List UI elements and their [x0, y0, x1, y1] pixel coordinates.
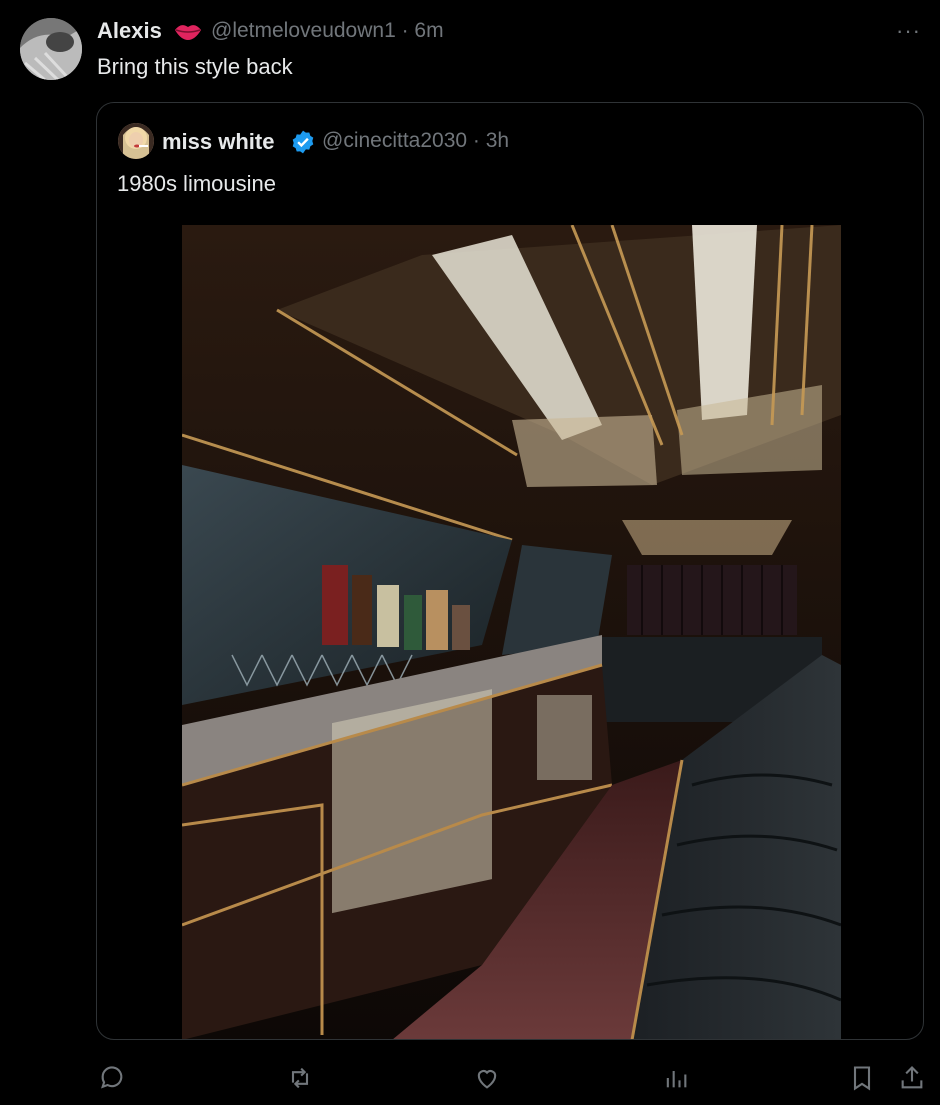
quoted-author-avatar[interactable] [118, 123, 154, 159]
bookmark-icon[interactable] [848, 1064, 876, 1092]
avatar-image [20, 18, 82, 80]
author-handle-time[interactable]: @letmeloveudown1 · 6m [211, 19, 444, 43]
views-icon[interactable] [662, 1064, 690, 1092]
more-options-button[interactable]: ··· [896, 18, 921, 44]
verified-badge-icon [290, 129, 316, 160]
quoted-avatar-image [118, 123, 154, 159]
quoted-author-handle-time[interactable]: @cinecitta2030 · 3h [322, 129, 509, 153]
quoted-tweet-card[interactable]: miss white @cinecitta2030 · 3h 1980s lim… [96, 102, 924, 1040]
tweet-text: Bring this style back [97, 54, 293, 79]
limousine-interior-photo[interactable] [182, 225, 841, 1039]
like-icon[interactable] [473, 1064, 501, 1092]
reply-icon[interactable] [98, 1064, 126, 1092]
share-icon[interactable] [898, 1064, 926, 1092]
quoted-tweet-text: 1980s limousine [117, 171, 276, 196]
author-name[interactable]: Alexis [97, 18, 162, 44]
retweet-icon[interactable] [286, 1064, 314, 1092]
author-avatar[interactable] [20, 18, 82, 80]
quoted-author-name[interactable]: miss white [162, 129, 274, 155]
photo-illustration [182, 225, 841, 1039]
lips-icon [173, 20, 203, 47]
